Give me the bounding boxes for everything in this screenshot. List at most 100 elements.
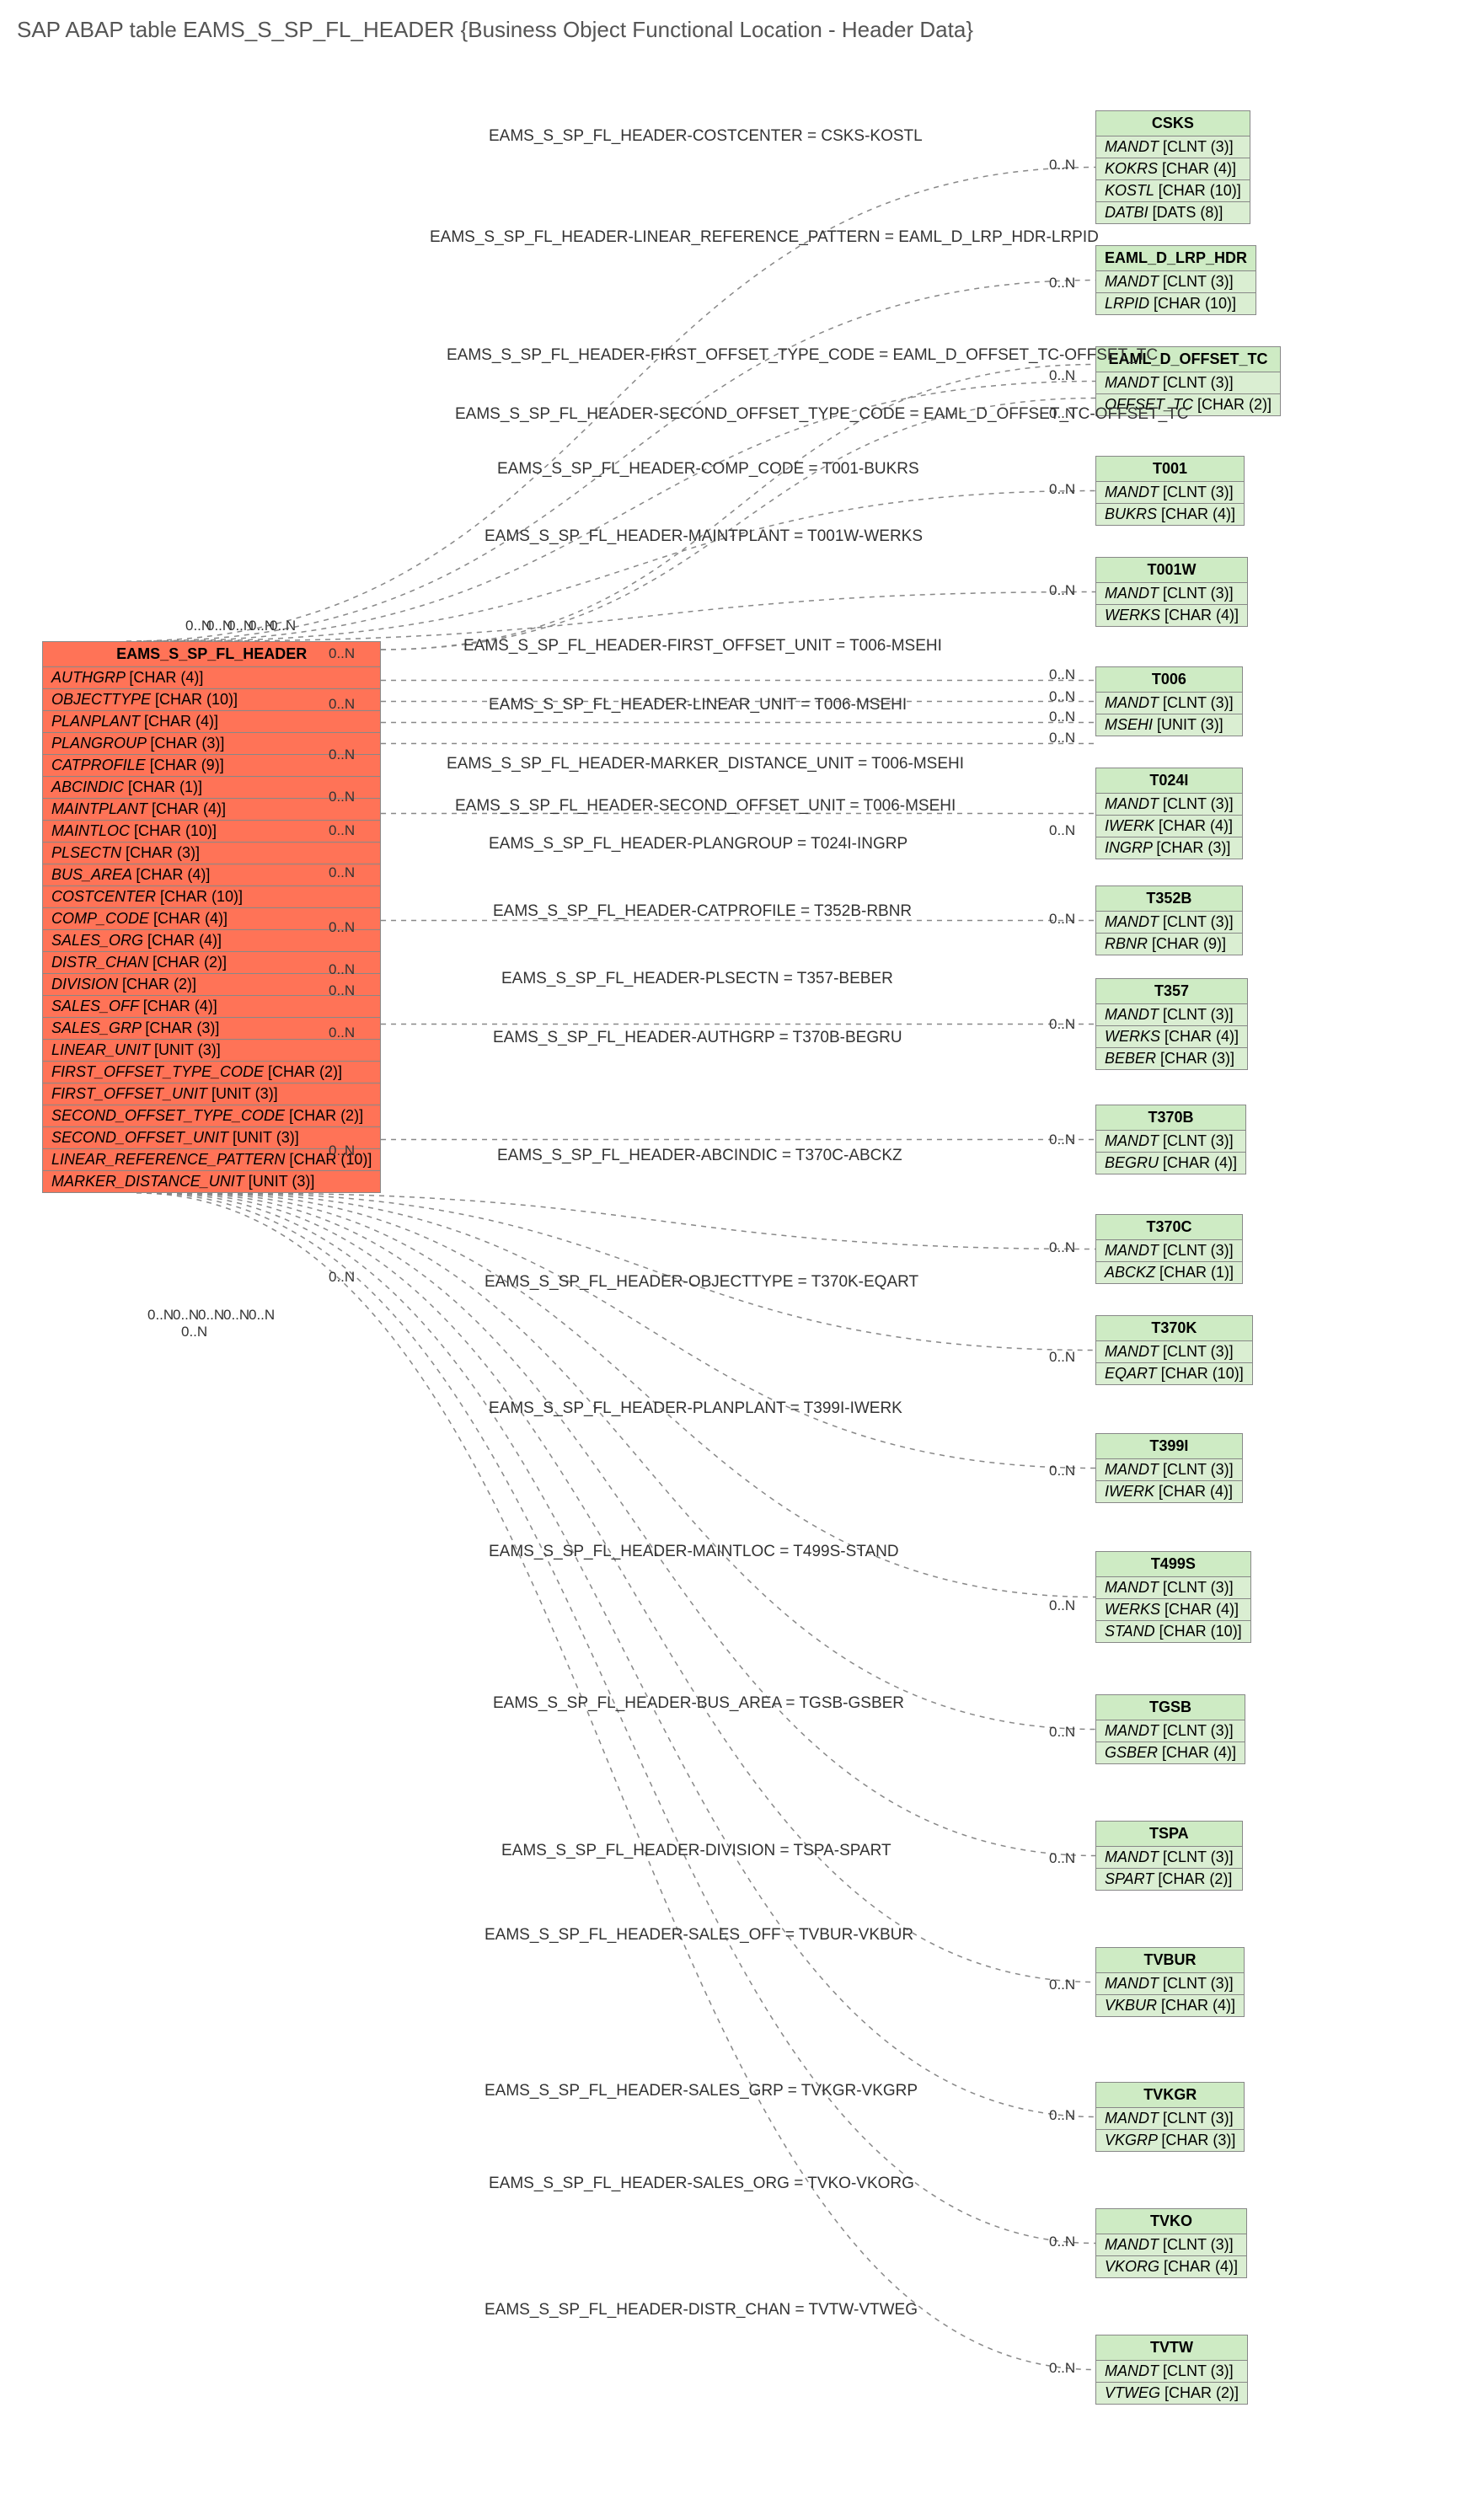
cardinality-label: 0..N (1049, 2360, 1075, 2377)
ref-entity-T357: T357MANDT [CLNT (3)]WERKS [CHAR (4)]BEBE… (1095, 978, 1248, 1070)
ref-entity-TSPA: TSPAMANDT [CLNT (3)]SPART [CHAR (2)] (1095, 1821, 1243, 1891)
cardinality-label: 0..N (249, 1307, 275, 1324)
page-title: SAP ABAP table EAMS_S_SP_FL_HEADER {Busi… (17, 17, 1467, 43)
relation-label: EAMS_S_SP_FL_HEADER-FIRST_OFFSET_TYPE_CO… (447, 346, 1158, 365)
entity-field: KOKRS [CHAR (4)] (1096, 158, 1250, 180)
ref-entity-TVKGR: TVKGRMANDT [CLNT (3)]VKGRP [CHAR (3)] (1095, 2082, 1245, 2152)
ref-entity-T352B: T352BMANDT [CLNT (3)]RBNR [CHAR (9)] (1095, 885, 1243, 955)
relation-label: EAMS_S_SP_FL_HEADER-PLANPLANT = T399I-IW… (489, 1399, 902, 1418)
entity-field: MANDT [CLNT (3)] (1096, 2234, 1246, 2256)
relation-label: EAMS_S_SP_FL_HEADER-DIVISION = TSPA-SPAR… (501, 1842, 891, 1860)
cardinality-label: 0..N (1049, 911, 1075, 928)
relation-label: EAMS_S_SP_FL_HEADER-PLSECTN = T357-BEBER (501, 970, 893, 988)
entity-field: KOSTL [CHAR (10)] (1096, 180, 1250, 202)
entity-field: MANDT [CLNT (3)] (1096, 136, 1250, 158)
relation-label: EAMS_S_SP_FL_HEADER-AUTHGRP = T370B-BEGR… (493, 1029, 902, 1047)
entity-field: MANDT [CLNT (3)] (1096, 482, 1244, 504)
entity-field: MANDT [CLNT (3)] (1096, 912, 1242, 934)
entity-field: STAND [CHAR (10)] (1096, 1621, 1250, 1642)
entity-header: T370K (1096, 1316, 1252, 1341)
cardinality-label: 0..N (1049, 730, 1075, 746)
cardinality-label: 0..N (1049, 367, 1075, 384)
entity-field: WERKS [CHAR (4)] (1096, 605, 1247, 626)
cardinality-label: 0..N (329, 789, 355, 805)
cardinality-label: 0..N (1049, 157, 1075, 174)
er-diagram: EAMS_S_SP_FL_HEADERAUTHGRP [CHAR (4)]OBJ… (17, 60, 1467, 2503)
relation-label: EAMS_S_SP_FL_HEADER-MAINTLOC = T499S-STA… (489, 1543, 899, 1561)
entity-header: TSPA (1096, 1822, 1242, 1847)
entity-field: MANDT [CLNT (3)] (1096, 1720, 1245, 1742)
ref-entity-T006: T006MANDT [CLNT (3)]MSEHI [UNIT (3)] (1095, 666, 1243, 736)
cardinality-label: 0..N (329, 961, 355, 978)
cardinality-label: 0..N (1049, 582, 1075, 599)
entity-field: WERKS [CHAR (4)] (1096, 1026, 1247, 1048)
entity-field: MANDT [CLNT (3)] (1096, 1577, 1250, 1599)
entity-header: TGSB (1096, 1695, 1245, 1720)
entity-header: T352B (1096, 886, 1242, 912)
cardinality-label: 0..N (1049, 1132, 1075, 1148)
relation-label: EAMS_S_SP_FL_HEADER-MAINTPLANT = T001W-W… (485, 527, 923, 546)
relation-label: EAMS_S_SP_FL_HEADER-SALES_GRP = TVKGR-VK… (485, 2082, 918, 2100)
entity-header: T499S (1096, 1552, 1250, 1577)
entity-field: BUKRS [CHAR (4)] (1096, 504, 1244, 525)
entity-field: PLANPLANT [CHAR (4)] (43, 711, 380, 733)
entity-header: TVBUR (1096, 1948, 1244, 1973)
cardinality-label: 0..N (1049, 1016, 1075, 1033)
cardinality-label: 0..N (329, 1025, 355, 1041)
entity-field: MANDT [CLNT (3)] (1096, 2108, 1244, 2130)
entity-field: MANDT [CLNT (3)] (1096, 1240, 1242, 1262)
ref-entity-TVBUR: TVBURMANDT [CLNT (3)]VKBUR [CHAR (4)] (1095, 1947, 1245, 2017)
entity-field: MANDT [CLNT (3)] (1096, 2361, 1247, 2383)
ref-entity-T370B: T370BMANDT [CLNT (3)]BEGRU [CHAR (4)] (1095, 1105, 1246, 1174)
ref-entity-T399I: T399IMANDT [CLNT (3)]IWERK [CHAR (4)] (1095, 1433, 1243, 1503)
entity-header: TVTW (1096, 2335, 1247, 2361)
cardinality-label: 0..N (1049, 1977, 1075, 1993)
entity-field: COSTCENTER [CHAR (10)] (43, 886, 380, 908)
cardinality-label: 0..N (1049, 1850, 1075, 1867)
relation-label: EAMS_S_SP_FL_HEADER-FIRST_OFFSET_UNIT = … (463, 637, 942, 655)
entity-field: IWERK [CHAR (4)] (1096, 1481, 1242, 1502)
entity-field: LINEAR_UNIT [UNIT (3)] (43, 1040, 380, 1062)
entity-header: T357 (1096, 979, 1247, 1004)
relation-label: EAMS_S_SP_FL_HEADER-ABCINDIC = T370C-ABC… (497, 1147, 902, 1165)
entity-field: VKORG [CHAR (4)] (1096, 2256, 1246, 2277)
entity-field: VKBUR [CHAR (4)] (1096, 1995, 1244, 2016)
cardinality-label: 0..N (1049, 2107, 1075, 2124)
cardinality-label: 0..N (223, 1307, 249, 1324)
cardinality-label: 0..N (1049, 666, 1075, 683)
ref-entity-TGSB: TGSBMANDT [CLNT (3)]GSBER [CHAR (4)] (1095, 1694, 1245, 1764)
relation-label: EAMS_S_SP_FL_HEADER-SALES_ORG = TVKO-VKO… (489, 2175, 914, 2193)
relation-label: EAMS_S_SP_FL_HEADER-DISTR_CHAN = TVTW-VT… (485, 2301, 918, 2319)
entity-field: SECOND_OFFSET_TYPE_CODE [CHAR (2)] (43, 1105, 380, 1127)
entity-field: MANDT [CLNT (3)] (1096, 1973, 1244, 1995)
cardinality-label: 0..N (181, 1324, 207, 1340)
entity-field: VKGRP [CHAR (3)] (1096, 2130, 1244, 2151)
relation-label: EAMS_S_SP_FL_HEADER-COSTCENTER = CSKS-KO… (489, 127, 923, 146)
cardinality-label: 0..N (329, 645, 355, 662)
entity-header: TVKGR (1096, 2083, 1244, 2108)
entity-field: IWERK [CHAR (4)] (1096, 816, 1242, 837)
relation-label: EAMS_S_SP_FL_HEADER-SECOND_OFFSET_TYPE_C… (455, 405, 1189, 424)
ref-entity-T499S: T499SMANDT [CLNT (3)]WERKS [CHAR (4)]STA… (1095, 1551, 1251, 1643)
cardinality-label: 0..N (173, 1307, 199, 1324)
relation-label: EAMS_S_SP_FL_HEADER-LINEAR_REFERENCE_PAT… (430, 228, 1099, 247)
relation-label: EAMS_S_SP_FL_HEADER-SECOND_OFFSET_UNIT =… (455, 797, 956, 816)
cardinality-label: 0..N (1049, 481, 1075, 498)
entity-field: MSEHI [UNIT (3)] (1096, 714, 1242, 736)
cardinality-label: 0..N (329, 864, 355, 881)
cardinality-label: 0..N (1049, 688, 1075, 705)
cardinality-label: 0..N (329, 822, 355, 839)
entity-field: BEBER [CHAR (3)] (1096, 1048, 1247, 1069)
ref-entity-TVKO: TVKOMANDT [CLNT (3)]VKORG [CHAR (4)] (1095, 2208, 1247, 2278)
ref-entity-T024I: T024IMANDT [CLNT (3)]IWERK [CHAR (4)]ING… (1095, 768, 1243, 859)
cardinality-label: 0..N (270, 618, 296, 634)
entity-field: MANDT [CLNT (3)] (1096, 1847, 1242, 1869)
cardinality-label: 0..N (329, 746, 355, 763)
relation-label: EAMS_S_SP_FL_HEADER-COMP_CODE = T001-BUK… (497, 460, 919, 479)
entity-field: SPART [CHAR (2)] (1096, 1869, 1242, 1890)
relation-label: EAMS_S_SP_FL_HEADER-PLANGROUP = T024I-IN… (489, 835, 908, 853)
entity-header: T024I (1096, 768, 1242, 794)
cardinality-label: 0..N (1049, 1597, 1075, 1614)
relation-label: EAMS_S_SP_FL_HEADER-SALES_OFF = TVBUR-VK… (485, 1926, 913, 1945)
cardinality-label: 0..N (329, 982, 355, 999)
